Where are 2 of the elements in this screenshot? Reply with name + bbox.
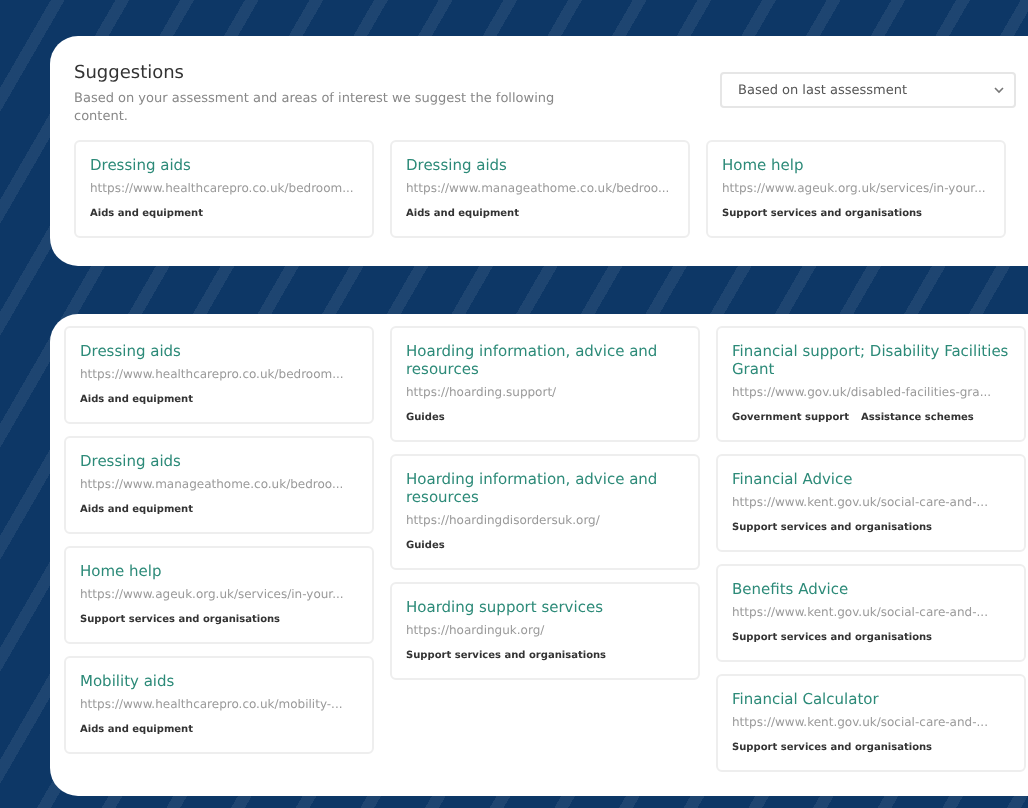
chevron-icon <box>994 86 1004 94</box>
section-title: Suggestions <box>74 64 186 84</box>
